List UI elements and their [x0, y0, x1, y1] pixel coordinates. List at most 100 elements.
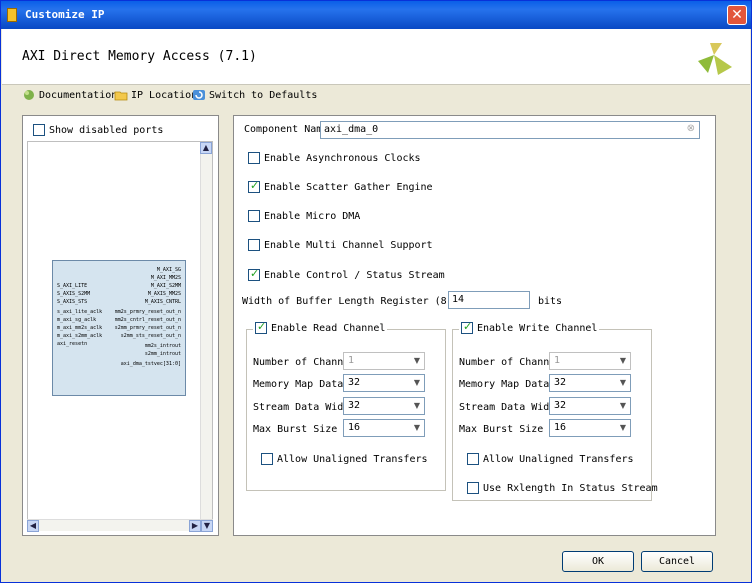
enable-read-channel-option[interactable]: Enable Read Channel	[253, 320, 388, 334]
read-burst-label: Max Burst Size	[253, 424, 338, 435]
enable-ctrl-status-option[interactable]: Enable Control / Status Stream	[248, 267, 445, 281]
port-m-axi-mm2s: M_AXI_MM2S	[150, 275, 181, 281]
component-name-label: Component Name	[244, 124, 329, 135]
vertical-scrollbar[interactable]: ▲	[200, 142, 212, 524]
write-mm-width-value: 32	[554, 377, 567, 388]
chevron-down-icon: ▼	[619, 401, 626, 410]
read-unaligned-option[interactable]: Allow Unaligned Transfers	[261, 453, 428, 465]
signal-m-axi-mm2s-aclk: m_axi_mm2s_aclk	[57, 325, 103, 331]
scroll-left-icon[interactable]: ◀	[27, 520, 39, 532]
read-unaligned-checkbox[interactable]	[261, 453, 273, 465]
chevron-down-icon: ▼	[619, 378, 626, 387]
enable-write-channel-checkbox[interactable]	[461, 320, 473, 334]
rxlength-checkbox[interactable]	[467, 482, 479, 494]
chevron-down-icon: ▼	[413, 401, 420, 410]
read-unaligned-label: Allow Unaligned Transfers	[277, 453, 428, 465]
chevron-down-icon: ▼	[413, 356, 420, 365]
ip-symbol-panel: Show disabled ports ▲ M_AXI_SG M_AXI_MM2…	[22, 115, 219, 536]
enable-ctrl-status-label: Enable Control / Status Stream	[264, 269, 445, 281]
show-disabled-ports-label: Show disabled ports	[49, 124, 164, 136]
horizontal-scrollbar[interactable]: ◀ ▶ ▼	[27, 519, 213, 532]
signal-axi-resetn: axi_resetn	[57, 341, 88, 347]
signal-s2mm-prmry-reset: s2mm_prmry_reset_out_n	[114, 325, 181, 331]
enable-ctrl-status-checkbox[interactable]	[248, 267, 260, 281]
ip-title: AXI Direct Memory Access (7.1)	[22, 49, 257, 64]
clear-icon[interactable]: ⊗	[687, 123, 695, 134]
write-mm-width-select[interactable]: 32 ▼	[549, 374, 631, 392]
enable-micro-dma-checkbox[interactable]	[248, 210, 260, 222]
component-name-input[interactable]: axi_dma_0 ⊗	[320, 121, 700, 139]
write-burst-select[interactable]: 16 ▼	[549, 419, 631, 437]
enable-multi-channel-label: Enable Multi Channel Support	[264, 239, 433, 251]
enable-micro-dma-label: Enable Micro DMA	[264, 210, 361, 222]
ok-button[interactable]: OK	[562, 551, 634, 572]
chevron-down-icon: ▼	[413, 378, 420, 387]
show-disabled-ports-box[interactable]	[33, 124, 45, 136]
port-s-axis-s2mm: S_AXIS_S2MM	[57, 291, 91, 297]
write-stream-width-value: 32	[554, 400, 567, 411]
vivado-logo-icon	[698, 43, 732, 75]
buffer-length-input[interactable]: 14	[448, 291, 530, 309]
show-disabled-ports-checkbox[interactable]: Show disabled ports	[33, 124, 163, 136]
port-m-axis-cntrl: M_AXIS_CNTRL	[144, 299, 181, 305]
enable-write-channel-label: Enable Write Channel	[477, 322, 598, 334]
rxlength-option[interactable]: Use Rxlength In Status Stream	[467, 482, 658, 494]
enable-read-channel-checkbox[interactable]	[255, 320, 267, 334]
signal-m-axi-sg-aclk: m_axi_sg_aclk	[57, 317, 97, 323]
scroll-down-icon[interactable]: ▼	[201, 520, 213, 532]
window-title: Customize IP	[25, 8, 105, 21]
enable-async-clocks-checkbox[interactable]	[248, 152, 260, 164]
enable-sg-checkbox[interactable]	[248, 179, 260, 193]
read-stream-width-select[interactable]: 32 ▼	[343, 397, 425, 415]
enable-write-channel-option[interactable]: Enable Write Channel	[459, 320, 600, 334]
write-burst-value: 16	[554, 422, 567, 433]
enable-multi-channel-checkbox[interactable]	[248, 239, 260, 251]
scroll-right-icon[interactable]: ▶	[189, 520, 201, 532]
switch-defaults-button[interactable]: Switch to Defaults	[192, 89, 317, 101]
ip-location-button[interactable]: IP Location	[114, 89, 197, 101]
rxlength-label: Use Rxlength In Status Stream	[483, 482, 658, 494]
cancel-button[interactable]: Cancel	[641, 551, 713, 572]
port-m-axi-s2mm: M_AXI_S2MM	[150, 283, 181, 289]
write-num-channels-value: 1	[554, 355, 561, 366]
write-num-channels-select: 1 ▼	[549, 352, 631, 370]
signal-axi-dma-tstvec: axi_dma_tstvec[31:0]	[120, 361, 181, 367]
ip-location-label: IP Location	[131, 89, 198, 101]
buffer-length-label: Width of Buffer Length Register (8-23)	[242, 296, 471, 307]
documentation-icon	[24, 90, 34, 100]
enable-sg-label: Enable Scatter Gather Engine	[264, 181, 433, 193]
read-channel-group: Enable Read Channel Number of Channels 1…	[246, 320, 446, 491]
close-button[interactable]: ✕	[727, 5, 747, 25]
read-stream-width-label: Stream Data Width	[253, 402, 356, 413]
scroll-up-icon[interactable]: ▲	[200, 142, 212, 154]
signal-m-axi-s2mm-aclk: m_axi_s2mm_aclk	[57, 333, 103, 339]
signal-mm2s-prmry-reset: mm2s_prmry_reset_out_n	[114, 309, 181, 315]
enable-async-clocks-label: Enable Asynchronous Clocks	[264, 152, 421, 164]
read-burst-select[interactable]: 16 ▼	[343, 419, 425, 437]
enable-micro-dma-option[interactable]: Enable Micro DMA	[248, 210, 360, 222]
customize-ip-window: Customize IP ✕ AXI Direct Memory Access …	[0, 0, 752, 583]
enable-async-clocks-option[interactable]: Enable Asynchronous Clocks	[248, 152, 421, 164]
buffer-length-unit: bits	[538, 296, 563, 307]
enable-sg-option[interactable]: Enable Scatter Gather Engine	[248, 179, 433, 193]
read-mm-width-select[interactable]: 32 ▼	[343, 374, 425, 392]
read-num-channels-select: 1 ▼	[343, 352, 425, 370]
title-bar[interactable]: Customize IP ✕	[1, 1, 751, 29]
read-mm-width-value: 32	[348, 377, 361, 388]
chevron-down-icon: ▼	[619, 356, 626, 365]
enable-read-channel-label: Enable Read Channel	[271, 322, 386, 334]
write-unaligned-checkbox[interactable]	[467, 453, 479, 465]
port-m-axis-mm2s: M_AXIS_MM2S	[147, 291, 181, 297]
write-stream-width-select[interactable]: 32 ▼	[549, 397, 631, 415]
port-s-axis-sts: S_AXIS_STS	[57, 299, 88, 305]
documentation-menu[interactable]: Documentation	[22, 89, 117, 101]
header-banner: AXI Direct Memory Access (7.1)	[2, 29, 750, 85]
ip-symbol-preview: ▲ M_AXI_SG M_AXI_MM2S M_AXI_S2MM M_AXIS_…	[27, 141, 213, 524]
configuration-panel: Component Name axi_dma_0 ⊗ Enable Asynch…	[233, 115, 716, 536]
write-burst-label: Max Burst Size	[459, 424, 544, 435]
write-unaligned-label: Allow Unaligned Transfers	[483, 453, 634, 465]
write-unaligned-option[interactable]: Allow Unaligned Transfers	[467, 453, 634, 465]
documentation-label: Documentation	[39, 89, 118, 101]
enable-multi-channel-option[interactable]: Enable Multi Channel Support	[248, 239, 433, 251]
read-num-channels-value: 1	[348, 355, 355, 366]
